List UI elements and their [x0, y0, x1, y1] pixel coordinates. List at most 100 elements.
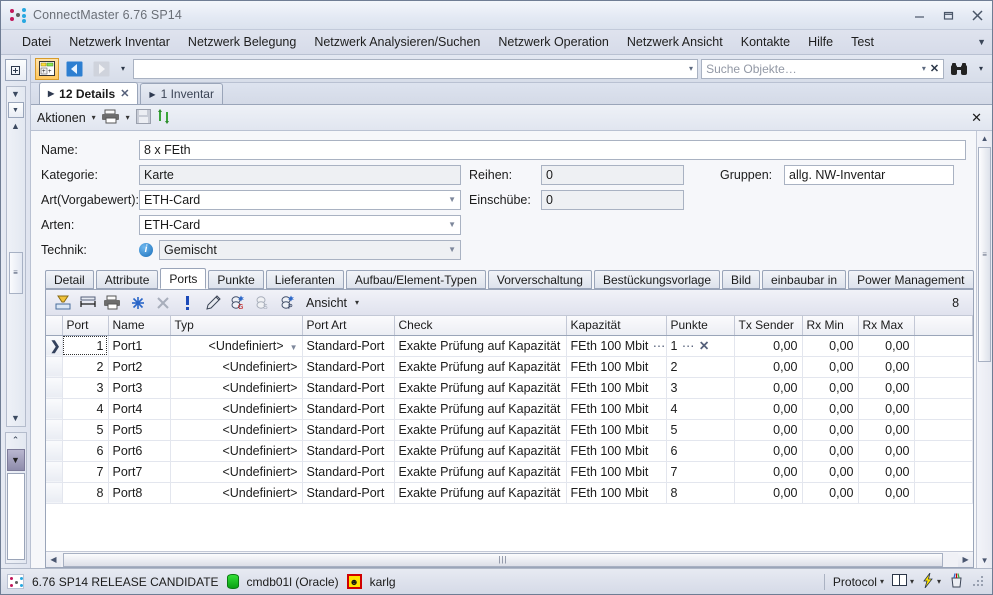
arten-caret-icon[interactable]: ▼ [448, 220, 456, 229]
cell-rx-min[interactable]: 0,00 [802, 482, 859, 504]
cell-rx-min[interactable]: 0,00 [802, 440, 859, 462]
chevron-down-icon[interactable]: ▼ [977, 37, 986, 47]
cell-port-art[interactable]: Standard-Port [302, 440, 395, 462]
menu-datei[interactable]: Datei [13, 32, 60, 52]
row-selector[interactable] [46, 461, 63, 483]
rail-collapse-button[interactable]: ▼ [7, 102, 24, 118]
cell-rx-min[interactable]: 0,00 [802, 461, 859, 483]
rail-selected-tool[interactable]: ▼ [6, 449, 25, 471]
tab-bestueckungsvorlage[interactable]: Bestückungsvorlage [593, 270, 721, 289]
row-selector[interactable] [46, 377, 63, 399]
cell-punkte[interactable]: 7 [666, 461, 735, 483]
layout-icon[interactable] [891, 574, 907, 589]
print-dropdown-icon[interactable]: ▾ [126, 113, 130, 122]
flash-caret-icon[interactable]: ▾ [937, 577, 941, 586]
menu-hilfe[interactable]: Hilfe [799, 32, 842, 52]
cell-typ[interactable]: <Undefiniert> [170, 419, 303, 441]
layout-caret-icon[interactable]: ▾ [910, 577, 914, 586]
cell-check[interactable]: Exakte Prüfung auf Kapazität [394, 461, 567, 483]
rail-scroll-up-icon[interactable]: ▲ [11, 121, 20, 132]
doctab-details[interactable]: ▶ 12 Details ✕ [39, 82, 139, 104]
snowflake-icon[interactable] [129, 294, 146, 311]
cell-rx-min[interactable]: 0,00 [802, 356, 859, 378]
tab-lieferanten[interactable]: Lieferanten [265, 270, 344, 289]
cell-filler[interactable] [914, 419, 974, 441]
printer-icon[interactable] [101, 109, 120, 127]
cell-port[interactable]: 4 [62, 398, 109, 420]
arten-select[interactable]: ETH-Card ▼ [139, 214, 461, 235]
layout-menu[interactable]: ▾ [891, 574, 914, 589]
cell-rx-max[interactable]: 0,00 [858, 440, 915, 462]
name-field[interactable]: 8 x FEth [139, 139, 967, 160]
menu-netzwerk-operation[interactable]: Netzwerk Operation [489, 32, 617, 52]
menu-netzwerk-inventar[interactable]: Netzwerk Inventar [60, 32, 179, 52]
reihen-field[interactable]: 0 [541, 164, 684, 185]
hscroll-track[interactable]: ||| [61, 552, 959, 567]
resize-grip-icon[interactable] [972, 575, 986, 589]
close-document-icon[interactable]: ✕ [971, 110, 986, 126]
cell-kapazitaet[interactable]: FEth 100 Mbit [566, 377, 667, 399]
row-selector[interactable] [46, 482, 63, 504]
tab-aufbau-element-typen[interactable]: Aufbau/Element-Typen [345, 270, 486, 289]
cell-kapazitaet[interactable]: FEth 100 Mbit [566, 419, 667, 441]
grid-view-menu[interactable]: Ansicht [306, 296, 347, 310]
col-select[interactable] [46, 316, 63, 336]
cell-check[interactable]: Exakte Prüfung auf Kapazität [394, 482, 567, 504]
protocol-caret-icon[interactable]: ▾ [880, 577, 884, 586]
back-arrow-icon[interactable] [62, 58, 86, 80]
group-p-icon[interactable]: P [279, 294, 296, 311]
menu-kontakte[interactable]: Kontakte [732, 32, 799, 52]
cell-check[interactable]: Exakte Prüfung auf Kapazität [394, 377, 567, 399]
cell-filler[interactable] [914, 335, 974, 357]
cell-punkte[interactable]: 6 [666, 440, 735, 462]
table-row[interactable]: 2 Port2 <Undefiniert> Standard-Port Exakte P… [46, 356, 974, 378]
print-grid-icon[interactable] [104, 294, 121, 311]
hscroll-left-icon[interactable]: ◀ [46, 555, 61, 564]
address-input[interactable]: ▾ [133, 58, 699, 79]
lightning-icon[interactable] [922, 572, 934, 591]
cell-check[interactable]: Exakte Prüfung auf Kapazität [394, 419, 567, 441]
row-selector[interactable] [46, 398, 63, 420]
cell-typ[interactable]: <Undefiniert> [170, 356, 303, 378]
cell-filler[interactable] [914, 377, 974, 399]
cell-name[interactable]: Port4 [108, 398, 171, 420]
cell-kapazitaet[interactable]: FEth 100 Mbit [566, 461, 667, 483]
vscroll-down-icon[interactable]: ▼ [981, 553, 989, 568]
protocol-menu[interactable]: Protocol ▾ [833, 575, 884, 589]
new-object-icon[interactable]: + + [35, 57, 59, 80]
pencil-cup-icon[interactable] [949, 572, 964, 591]
einschuebe-field[interactable]: 0 [541, 189, 684, 210]
cell-typ[interactable]: <Undefiniert> [170, 377, 303, 399]
history-dropdown-icon[interactable]: ▾ [116, 58, 130, 80]
tab-einbaubar-in[interactable]: einbaubar in [762, 270, 847, 289]
doctab-close-icon[interactable]: ✕ [120, 87, 129, 100]
row-selector[interactable] [46, 440, 63, 462]
cell-tx-sender[interactable]: 0,00 [734, 461, 803, 483]
address-dropdown-icon[interactable]: ▾ [689, 64, 693, 73]
tab-ports[interactable]: Ports [160, 268, 207, 289]
search-input[interactable]: Suche Objekte… ▾ ✕ [701, 58, 945, 79]
menu-netzwerk-analysieren-suchen[interactable]: Netzwerk Analysieren/Suchen [305, 32, 489, 52]
refresh-icon[interactable] [157, 108, 171, 127]
menu-netzwerk-belegung[interactable]: Netzwerk Belegung [179, 32, 305, 52]
close-button[interactable] [963, 5, 992, 25]
cell-tx-sender[interactable]: 0,00 [734, 356, 803, 378]
col-tx-sender[interactable]: Tx Sender [734, 316, 803, 336]
col-punkte[interactable]: Punkte [666, 316, 735, 336]
cell-kapazitaet[interactable]: FEth 100 Mbit [566, 356, 667, 378]
cell-name[interactable]: Port8 [108, 482, 171, 504]
row-selector[interactable]: ❯ [46, 335, 63, 357]
cell-check[interactable]: Exakte Prüfung auf Kapazität [394, 398, 567, 420]
hscroll-right-icon[interactable]: ▶ [958, 555, 973, 564]
cell-punkte[interactable]: 4 [666, 398, 735, 420]
col-port[interactable]: Port [62, 316, 109, 336]
cell-rx-max[interactable]: 0,00 [858, 356, 915, 378]
cell-port[interactable]: 7 [62, 461, 109, 483]
cell-dropdown-icon[interactable]: ▼ [290, 343, 298, 352]
cell-port-art[interactable]: Standard-Port [302, 482, 395, 504]
rail-scroll-down-icon[interactable]: ▼ [11, 89, 20, 100]
cell-rx-min[interactable]: 0,00 [802, 419, 859, 441]
row-selector[interactable] [46, 419, 63, 441]
cell-kapazitaet[interactable]: FEth 100 Mbit [566, 398, 667, 420]
doctab-inventar[interactable]: ▶ 1 Inventar [140, 83, 223, 104]
